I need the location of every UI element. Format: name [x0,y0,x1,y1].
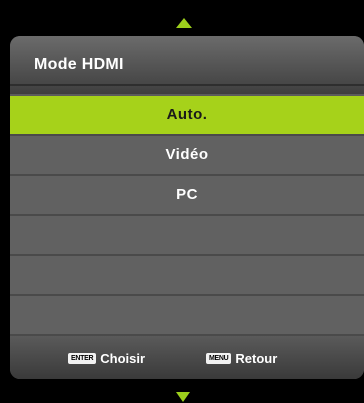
menu-footer: ENTER Choisir MENU Retour [10,336,364,379]
option-empty-2 [10,256,364,296]
enter-key-icon: ENTER [68,353,97,364]
title-divider [10,84,364,86]
menu-title: Mode HDMI [34,56,124,73]
back-label: Retour [235,351,278,366]
choose-label: Choisir [100,351,146,366]
option-label: Vidéo [165,146,209,163]
osd-screen: Mode HDMI Auto. Vidéo PC ENTER Choisir M… [0,0,364,403]
option-label: Auto. [166,106,208,123]
option-empty-3 [10,296,364,336]
choose-hint[interactable]: ENTER Choisir [68,351,145,366]
hdmi-mode-menu: Mode HDMI Auto. Vidéo PC ENTER Choisir M… [10,36,364,379]
option-pc[interactable]: PC [10,176,364,216]
menu-key-icon: MENU [206,353,232,364]
scroll-up-arrow-icon[interactable] [176,18,192,28]
back-hint[interactable]: MENU Retour [206,351,277,366]
scroll-down-arrow-icon[interactable] [176,392,190,402]
option-video[interactable]: Vidéo [10,136,364,176]
option-label: PC [176,186,198,203]
menu-title-bar: Mode HDMI [10,36,364,94]
option-auto[interactable]: Auto. [10,96,364,136]
option-empty-1 [10,216,364,256]
